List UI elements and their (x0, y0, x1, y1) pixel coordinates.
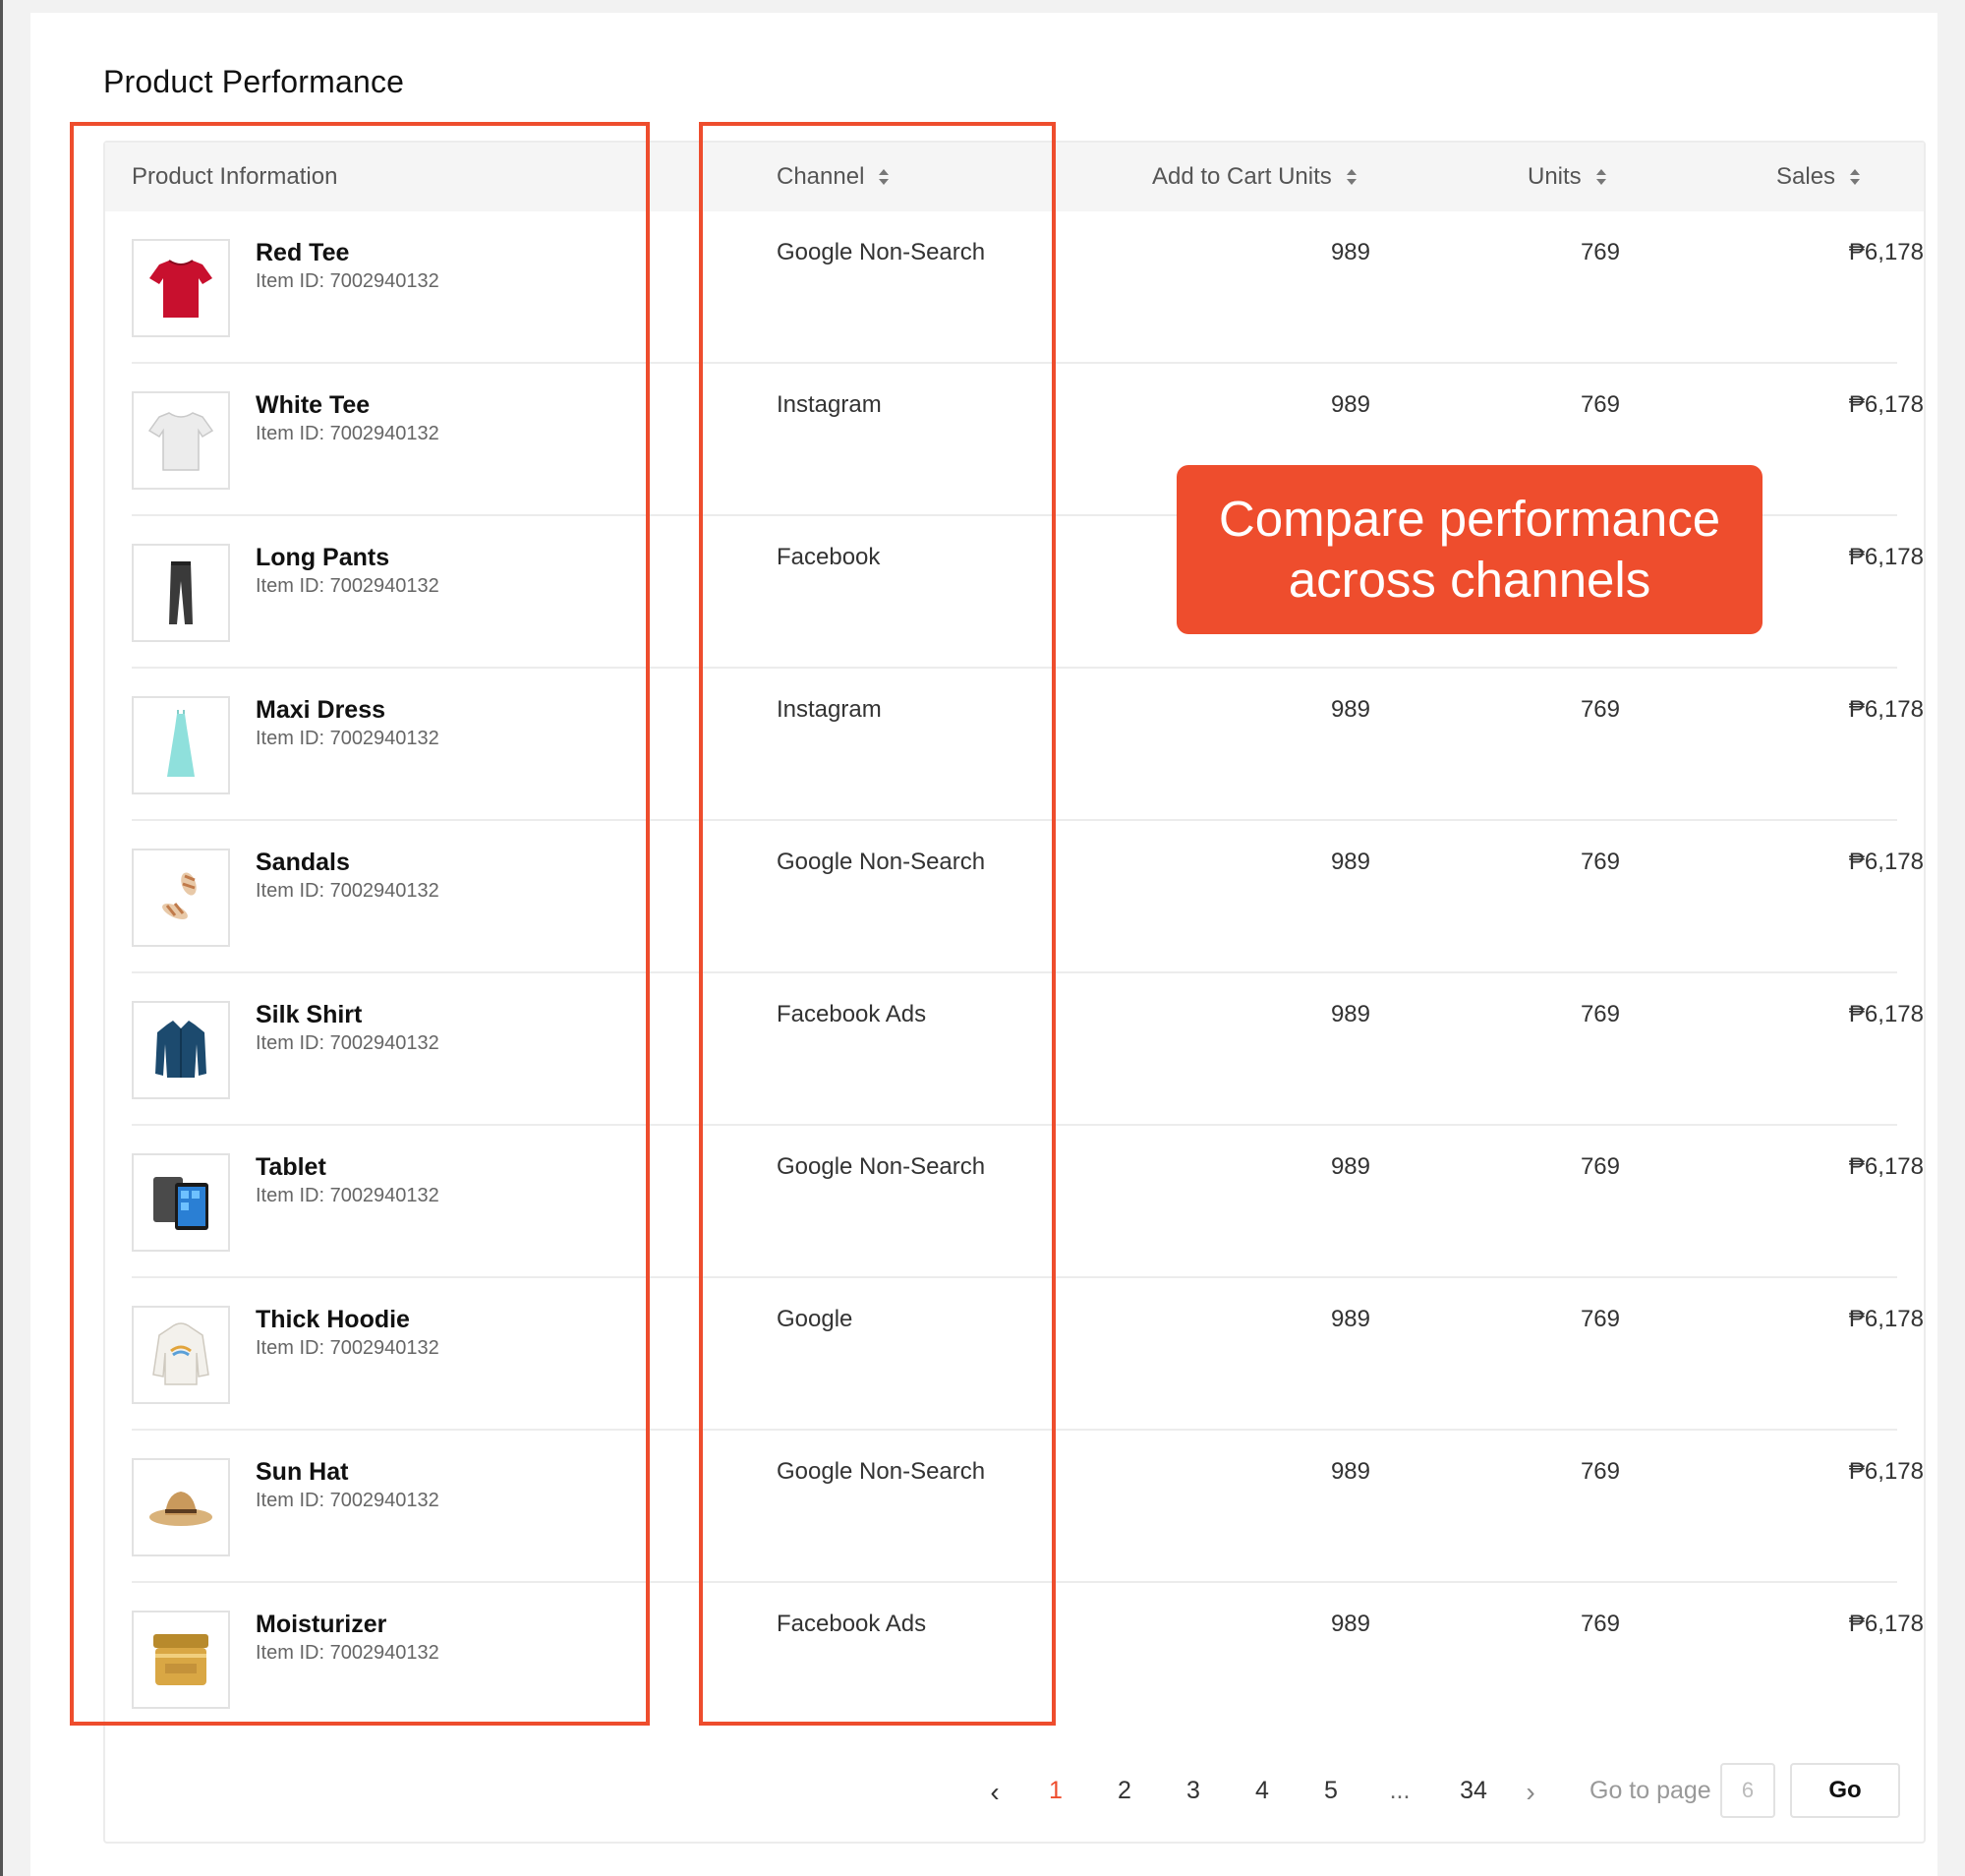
callout-line-2: across channels (1288, 552, 1651, 608)
next-page-icon[interactable]: › (1511, 1777, 1550, 1808)
add-to-cart-units-cell: 989 (1330, 1153, 1370, 1180)
window-edge (0, 0, 3, 1876)
page-5-button[interactable]: 5 (1311, 1777, 1351, 1805)
units-cell: 769 (1580, 1611, 1620, 1637)
add-to-cart-units-cell: 989 (1330, 391, 1370, 418)
sales-cell: ₱6,178 (1848, 1611, 1924, 1637)
sales-cell: ₱6,178 (1848, 391, 1924, 418)
product-performance-card: Product Performance Product Information … (30, 13, 1937, 1876)
sales-cell: ₱6,178 (1848, 1306, 1924, 1332)
sort-icon[interactable] (1849, 167, 1861, 187)
page-2-button[interactable]: 2 (1105, 1777, 1144, 1805)
units-cell: 769 (1580, 1153, 1620, 1180)
add-to-cart-units-cell: 989 (1330, 1001, 1370, 1027)
units-cell: 769 (1580, 1001, 1620, 1027)
units-cell: 769 (1580, 391, 1620, 418)
header-units[interactable]: Units (1528, 143, 1607, 211)
product-column-highlight (70, 122, 650, 1726)
add-to-cart-units-cell: 989 (1330, 1611, 1370, 1637)
page-4-button[interactable]: 4 (1243, 1777, 1282, 1805)
header-label: Sales (1776, 163, 1836, 190)
units-cell: 769 (1580, 239, 1620, 265)
header-label: Units (1528, 163, 1582, 190)
channel-column-highlight (699, 122, 1056, 1726)
page-ellipsis: ... (1389, 1777, 1411, 1804)
add-to-cart-units-cell: 989 (1330, 849, 1370, 875)
header-label: Add to Cart Units (1152, 163, 1332, 190)
units-cell: 769 (1580, 696, 1620, 723)
goto-page-label: Go to page (1589, 1777, 1711, 1804)
units-cell: 769 (1580, 1458, 1620, 1485)
page-3-button[interactable]: 3 (1174, 1777, 1213, 1805)
sort-icon[interactable] (1595, 167, 1607, 187)
sales-cell: ₱6,178 (1848, 696, 1924, 723)
add-to-cart-units-cell: 989 (1330, 1458, 1370, 1485)
add-to-cart-units-cell: 989 (1330, 1306, 1370, 1332)
sort-icon[interactable] (1346, 167, 1358, 187)
pagination: ‹ 1 2 3 4 5 ... 34 › Go to page 6 Go (105, 1737, 1924, 1844)
sales-cell: ₱6,178 (1848, 1458, 1924, 1485)
sales-cell: ₱6,178 (1848, 239, 1924, 265)
sales-cell: ₱6,178 (1848, 544, 1924, 570)
page-1-button[interactable]: 1 (1036, 1777, 1075, 1805)
go-button[interactable]: Go (1790, 1763, 1900, 1818)
page-34-button[interactable]: 34 (1449, 1777, 1498, 1805)
add-to-cart-units-cell: 989 (1330, 239, 1370, 265)
header-sales[interactable]: Sales (1776, 143, 1861, 211)
callout-banner: Compare performance across channels (1177, 465, 1763, 634)
callout-line-1: Compare performance (1218, 491, 1721, 547)
sales-cell: ₱6,178 (1848, 1153, 1924, 1180)
add-to-cart-units-cell: 989 (1330, 696, 1370, 723)
sales-cell: ₱6,178 (1848, 849, 1924, 875)
page-title: Product Performance (103, 64, 405, 99)
header-add-to-cart-units[interactable]: Add to Cart Units (1152, 143, 1358, 211)
goto-page-input[interactable]: 6 (1720, 1763, 1775, 1818)
units-cell: 769 (1580, 1306, 1620, 1332)
sales-cell: ₱6,178 (1848, 1001, 1924, 1027)
units-cell: 769 (1580, 849, 1620, 875)
prev-page-icon[interactable]: ‹ (975, 1777, 1014, 1808)
